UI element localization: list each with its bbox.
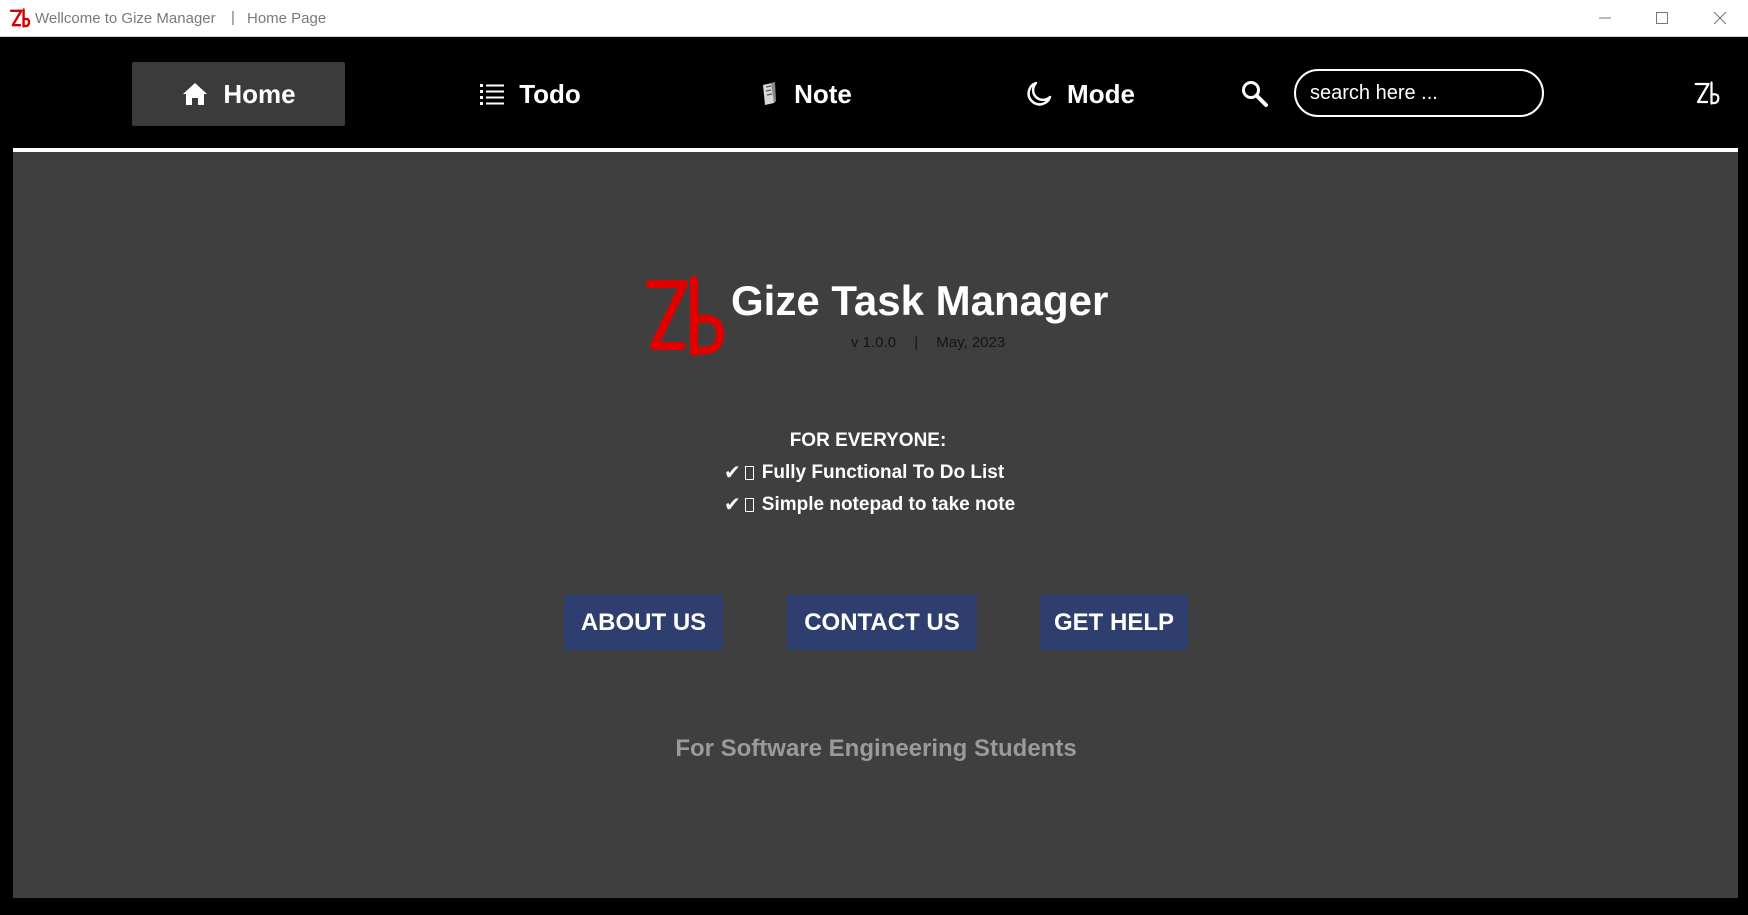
nav-item-label: Home — [223, 78, 296, 109]
gize-logo-icon — [9, 8, 31, 28]
contact-us-button[interactable]: CONTACT US — [787, 595, 977, 650]
nav-item-label: Todo — [519, 78, 581, 109]
feature-text: Fully Functional To Do List — [761, 461, 1005, 483]
search-icon — [1242, 81, 1268, 107]
nav-item-label: Note — [794, 78, 852, 109]
gize-logo-icon — [1694, 81, 1720, 105]
feature-item: ✔ Simple notepad to take note — [724, 492, 1015, 517]
home-icon — [181, 81, 209, 107]
list-icon — [479, 82, 505, 106]
home-panel: Gize Task Manager v 1.0.0 | May, 2023 FO… — [13, 152, 1738, 898]
note-icon — [758, 81, 780, 107]
nav-item-note[interactable]: Note — [705, 62, 905, 126]
feature-text: Simple notepad to take note — [761, 493, 1016, 515]
nav-item-mode[interactable]: Mode — [980, 62, 1180, 126]
close-button[interactable] — [1692, 0, 1748, 36]
features-heading: FOR EVERYONE: — [789, 430, 947, 451]
about-us-button[interactable]: ABOUT US — [564, 595, 723, 650]
nav-item-todo[interactable]: Todo — [430, 62, 630, 126]
top-navbar: Home Todo Note Mode search here ... — [0, 37, 1748, 150]
checkmark-icon: ✔ — [724, 494, 741, 516]
nav-item-label: Mode — [1067, 78, 1135, 109]
app-title: Gize Task Manager — [731, 277, 1109, 324]
window-titlebar: Wellcome to Gize Manager | Home Page — [0, 0, 1748, 37]
moon-icon — [1025, 80, 1053, 108]
minimize-button[interactable] — [1577, 0, 1633, 36]
version-info: v 1.0.0 | May, 2023 — [851, 334, 1005, 351]
version-number: v 1.0.0 — [851, 334, 897, 351]
missing-glyph-icon — [744, 497, 754, 512]
version-separator: | — [914, 334, 919, 351]
checkmark-icon: ✔ — [724, 462, 741, 484]
maximize-button[interactable] — [1634, 0, 1690, 36]
nav-logo[interactable] — [1692, 78, 1722, 108]
search-button[interactable] — [1240, 79, 1270, 109]
window-title: Wellcome to Gize Manager — [35, 10, 216, 27]
window-bottom-edge — [0, 898, 1748, 915]
feature-item: ✔ Fully Functional To Do List — [724, 460, 1004, 485]
missing-glyph-icon — [744, 465, 754, 480]
release-date: May, 2023 — [936, 334, 1006, 351]
tagline: For Software Engineering Students — [675, 735, 1077, 762]
close-icon — [1713, 11, 1727, 25]
gize-logo-icon — [646, 276, 724, 356]
window-page-name: Home Page — [247, 10, 327, 27]
title-separator: | — [231, 9, 235, 26]
minimize-icon — [1599, 17, 1611, 19]
search-input[interactable] — [1294, 69, 1544, 117]
maximize-icon — [1656, 12, 1668, 24]
nav-item-home[interactable]: Home — [132, 62, 345, 126]
get-help-button[interactable]: GET HELP — [1040, 595, 1188, 650]
